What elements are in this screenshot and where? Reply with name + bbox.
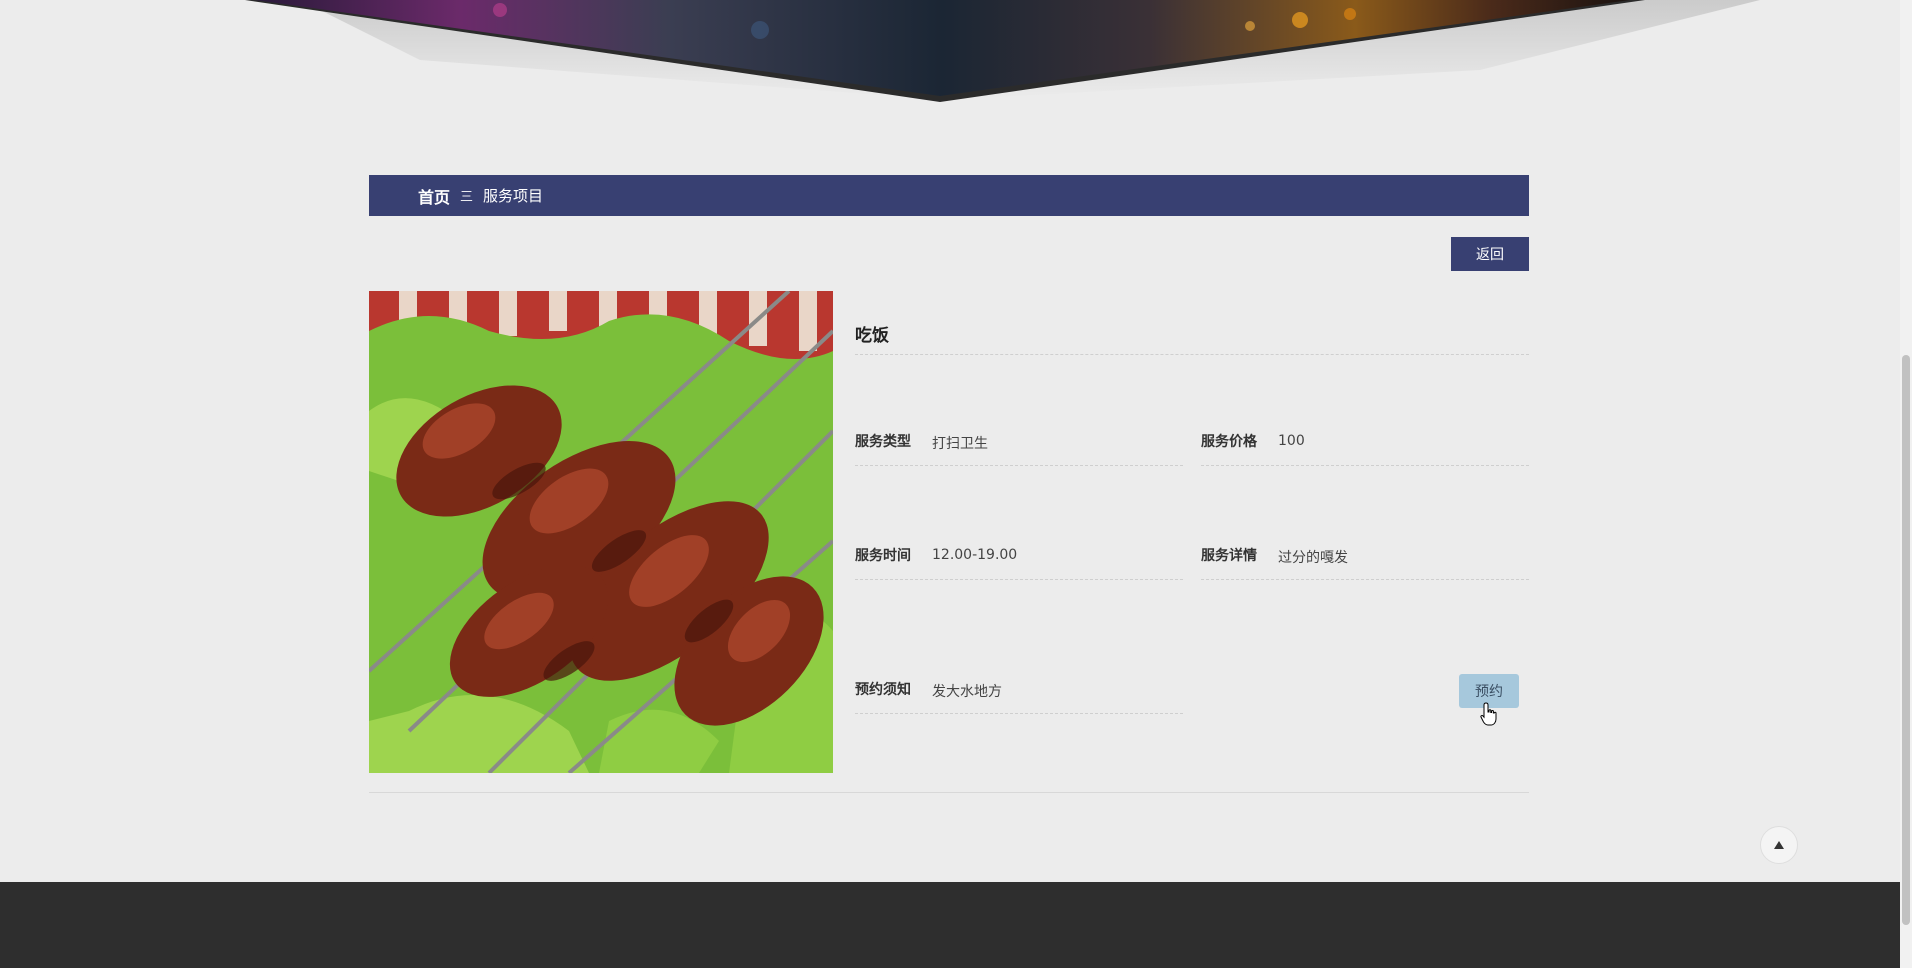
breadcrumb-home[interactable]: 首页: [418, 184, 450, 208]
service-title: 吃饭: [855, 321, 1529, 355]
service-time-field: 服务时间 12.00-19.00: [855, 545, 1183, 580]
booking-notice-value: 发大水地方: [932, 684, 1002, 700]
service-detail-value: 过分的嘎发: [1278, 550, 1348, 566]
service-detail-label: 服务详情: [1201, 548, 1257, 564]
breadcrumb-current: 服务项目: [483, 187, 544, 205]
booking-notice-label: 预约须知: [855, 682, 911, 698]
service-info: 吃饭 服务类型 打扫卫生 服务价格 100 服务时间 12.00-19.00 服…: [855, 291, 1529, 773]
service-detail: 吃饭 服务类型 打扫卫生 服务价格 100 服务时间 12.00-19.00 服…: [369, 291, 1529, 773]
service-price-label: 服务价格: [1201, 434, 1257, 450]
service-type-label: 服务类型: [855, 434, 911, 450]
service-time-value: 12.00-19.00: [932, 547, 1018, 563]
service-type-value: 打扫卫生: [932, 436, 988, 452]
back-row: 返回: [369, 216, 1529, 291]
breadcrumb-separator: 三: [460, 190, 474, 205]
back-button[interactable]: 返回: [1451, 237, 1529, 271]
service-image: [369, 291, 833, 773]
service-price-field: 服务价格 100: [1201, 431, 1529, 466]
footer: [0, 882, 1900, 968]
service-type-field: 服务类型 打扫卫生: [855, 431, 1183, 466]
page-scrollbar[interactable]: [1900, 0, 1912, 968]
service-time-label: 服务时间: [855, 548, 911, 564]
main-container: 首页 三 服务项目 返回 吃饭 服务类型 打扫卫生 服务价格 100 服务时间 …: [369, 175, 1529, 773]
content-divider: [369, 792, 1529, 793]
back-to-top-button[interactable]: [1760, 826, 1798, 864]
booking-notice-field: 预约须知 发大水地方: [855, 679, 1183, 714]
scrollbar-thumb[interactable]: [1902, 355, 1910, 925]
service-detail-field: 服务详情 过分的嘎发: [1201, 545, 1529, 580]
top-banner: [0, 0, 1900, 110]
hand-cursor-icon: [1480, 702, 1497, 726]
breadcrumb: 首页 三 服务项目: [369, 175, 1529, 216]
arrow-up-icon: [1774, 841, 1784, 849]
service-price-value: 100: [1278, 433, 1305, 449]
